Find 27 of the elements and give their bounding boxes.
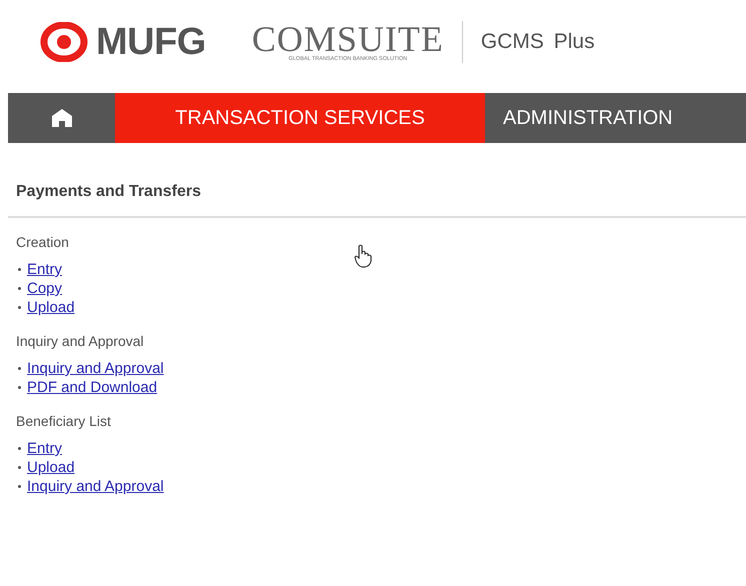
section-title: Inquiry and Approval xyxy=(16,333,145,349)
bullet-icon xyxy=(18,447,21,450)
menu-link[interactable]: Copy xyxy=(27,280,62,297)
product-name: COMSUITE xyxy=(252,22,444,56)
home-icon xyxy=(50,108,72,128)
bullet-icon xyxy=(18,485,21,488)
menu-link[interactable]: Entry xyxy=(27,261,62,278)
menu-link[interactable]: Upload xyxy=(27,299,75,316)
logo-icon xyxy=(40,22,88,62)
menu-link[interactable]: Inquiry and Approval xyxy=(27,360,164,377)
bullet-icon xyxy=(18,386,21,389)
bullet-icon xyxy=(18,466,21,469)
section-title: Creation xyxy=(16,234,70,250)
menu-link[interactable]: PDF and Download xyxy=(27,379,158,396)
menu-link[interactable]: Upload xyxy=(27,459,75,476)
menu-link[interactable]: Inquiry and Approval xyxy=(27,478,164,495)
hand-cursor-icon xyxy=(354,244,372,268)
bullet-icon xyxy=(18,306,21,309)
bullet-icon xyxy=(18,268,21,271)
section-title: Beneficiary List xyxy=(16,413,112,429)
page-title: Payments and Transfers xyxy=(16,183,202,201)
menu-link[interactable]: Entry xyxy=(27,440,62,457)
edition-name: GCMS Plus xyxy=(480,30,595,54)
bullet-icon xyxy=(18,287,21,290)
brand-name: MUFG xyxy=(96,20,206,64)
bullet-icon xyxy=(18,367,21,370)
nav-tab[interactable]: TRANSACTION SERVICES xyxy=(115,93,485,143)
